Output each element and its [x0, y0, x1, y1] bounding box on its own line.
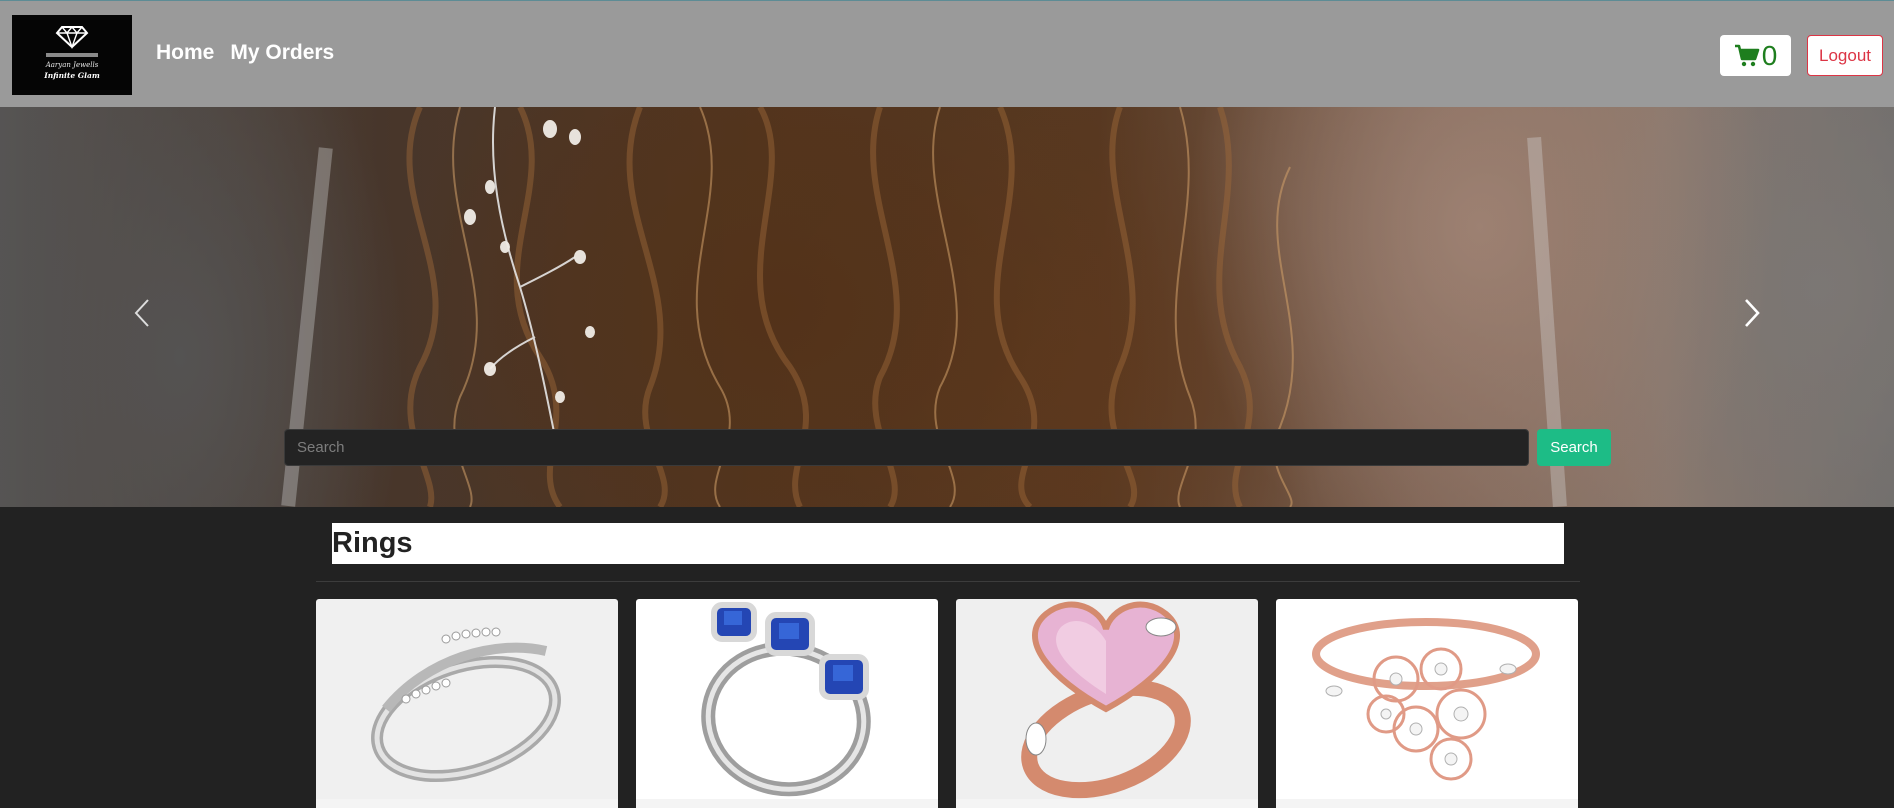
brand-name: Aaryan Jewells	[45, 61, 99, 69]
nav-my-orders-link[interactable]: My Orders	[230, 41, 334, 65]
product-card-footer	[316, 799, 618, 808]
brand-logo[interactable]: Aaryan Jewells Infinite Glam	[12, 15, 132, 95]
section-title-rings: Rings	[332, 523, 1564, 564]
chevron-left-icon	[134, 299, 149, 327]
product-card[interactable]	[316, 599, 618, 808]
product-card-footer	[956, 799, 1258, 808]
diamond-icon	[55, 25, 89, 49]
cart-count: 0	[1761, 39, 1778, 71]
nav-links: Home My Orders	[156, 41, 334, 65]
brand-tagline: Infinite Glam	[44, 71, 100, 80]
product-card-footer	[1276, 799, 1578, 808]
nav-home-link[interactable]: Home	[156, 41, 214, 65]
product-card-footer	[636, 799, 938, 808]
search-input[interactable]	[284, 429, 1529, 466]
cart-button[interactable]: 0	[1720, 35, 1791, 76]
hero-carousel: Search	[0, 107, 1894, 507]
product-image-floral-ring	[1276, 599, 1578, 799]
shopping-cart-icon	[1734, 44, 1760, 66]
product-card[interactable]	[956, 599, 1258, 808]
product-image-silver-ring	[316, 599, 618, 799]
logo-bar	[46, 53, 98, 57]
carousel-next-button[interactable]	[1732, 293, 1772, 333]
logout-button[interactable]: Logout	[1807, 35, 1883, 76]
product-card[interactable]	[1276, 599, 1578, 808]
section-divider	[316, 581, 1580, 582]
navbar: Aaryan Jewells Infinite Glam Home My Ord…	[0, 0, 1894, 107]
chevron-right-icon	[1745, 299, 1760, 327]
product-card[interactable]	[636, 599, 938, 808]
search-bar: Search	[284, 429, 1611, 466]
carousel-prev-button[interactable]	[122, 293, 162, 333]
product-image-sapphire-ring	[636, 599, 938, 799]
search-button[interactable]: Search	[1537, 429, 1611, 466]
product-image-heart-ring	[956, 599, 1258, 799]
